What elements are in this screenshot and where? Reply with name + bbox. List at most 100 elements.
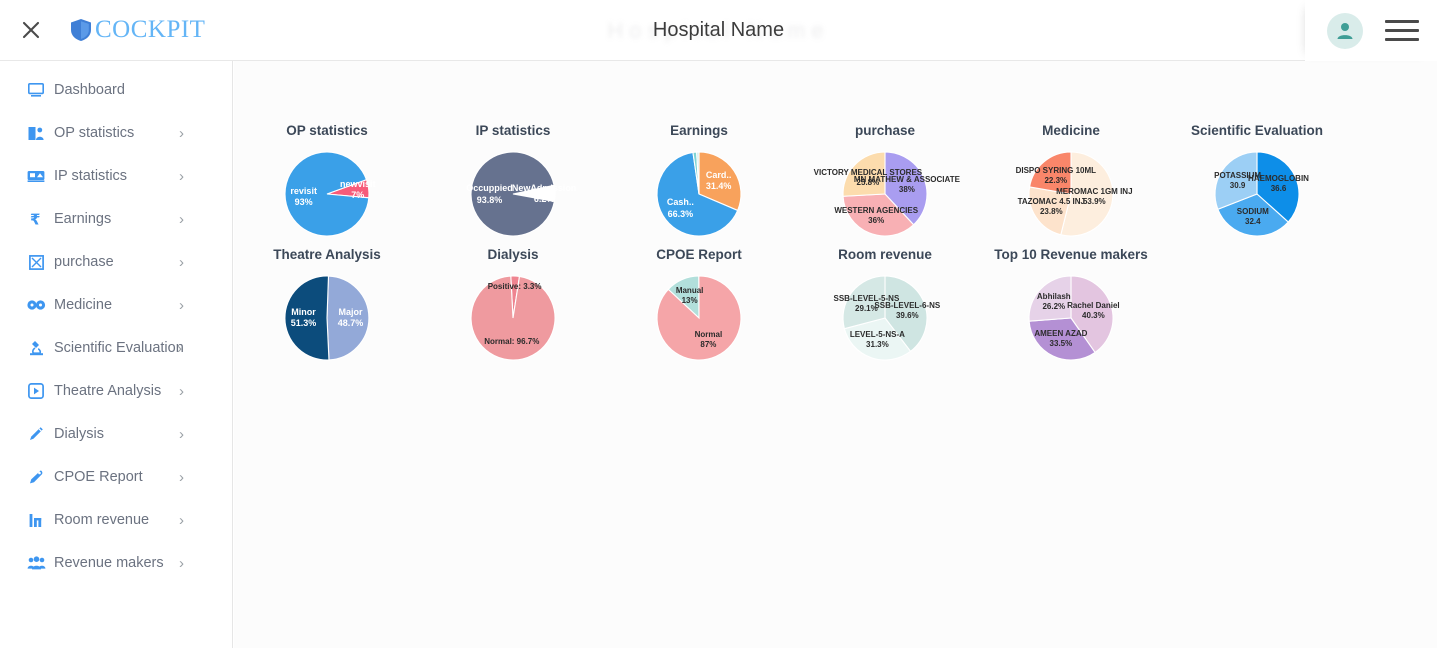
chart-row-1: OP statistics newvisit 7% revisit 93% IP stat… bbox=[234, 61, 1437, 240]
sidebar-item-dashboard[interactable]: Dashboard bbox=[0, 77, 232, 103]
hamburger-menu-button[interactable] bbox=[1385, 20, 1419, 41]
pie-slice[interactable] bbox=[1028, 151, 1072, 195]
sidebar-item-scientific-evaluation[interactable]: Scientific Evaluation › bbox=[0, 335, 232, 361]
sidebar-item-purchase[interactable]: purchase › bbox=[0, 249, 232, 275]
chart-title: Top 10 Revenue makers bbox=[994, 247, 1148, 262]
chart-title: OP statistics bbox=[286, 123, 368, 138]
topbar-right-actions bbox=[1305, 0, 1437, 61]
pen-icon bbox=[26, 468, 46, 486]
sidebar-item-label: Earnings bbox=[54, 211, 112, 227]
pie-svg bbox=[470, 275, 556, 361]
chart-card-medicine: Medicine MEROMAC 1GM INJ 53.9% TAZOMAC 4.5 … bbox=[978, 123, 1164, 240]
header-watermark: Hospital Name bbox=[607, 17, 830, 43]
chevron-right-icon: › bbox=[177, 339, 182, 357]
chart-card-op-statistics: OP statistics newvisit 7% revisit 93% bbox=[234, 123, 420, 240]
bar-chart-icon bbox=[26, 511, 46, 529]
pie-svg bbox=[284, 151, 370, 237]
sidebar-item-label: OP statistics bbox=[54, 125, 135, 141]
pie-slice[interactable] bbox=[326, 275, 370, 361]
chart-card-cpoe-report: CPOE Report Manual 13% Normal 87% bbox=[606, 247, 792, 364]
sidebar-item-earnings[interactable]: ₹ Earnings › bbox=[0, 206, 232, 232]
sidebar-item-label: CPOE Report bbox=[54, 469, 143, 485]
sidebar-item-label: Theatre Analysis bbox=[54, 383, 162, 399]
pie-chart: NewAdmission 6.2% Occuppied 93.8% bbox=[466, 148, 576, 240]
chart-card-scientific-evaluation: Scientific Evaluation HAEMOGLOBIN 36.6 SODI… bbox=[1164, 123, 1350, 240]
pie-chart: newvisit 7% revisit 93% bbox=[281, 148, 376, 240]
box-icon bbox=[26, 253, 46, 271]
chevron-right-icon: › bbox=[179, 554, 184, 572]
sidebar-item-label: Dashboard bbox=[54, 82, 125, 98]
chevron-right-icon: › bbox=[179, 210, 184, 228]
chart-title: Scientific Evaluation bbox=[1190, 123, 1324, 138]
pie-chart: Major 48.7% Minor 51.3% bbox=[281, 272, 373, 364]
chevron-right-icon: › bbox=[179, 253, 184, 271]
chevron-right-icon: › bbox=[179, 382, 184, 400]
theatre-icon bbox=[26, 382, 46, 400]
brand-logo[interactable]: COCKPIT bbox=[70, 16, 205, 44]
svg-text:₹: ₹ bbox=[30, 211, 40, 227]
chart-card-dialysis: Dialysis Positive: 3.3% Normal: 96.7% bbox=[420, 247, 606, 364]
pie-chart: Rachel Daniel 40.3% AMEEN AZAD 33.5% Abhilas… bbox=[1025, 272, 1120, 364]
chart-row-2: Theatre Analysis Major 48.7% Minor 51.3% Dial… bbox=[234, 240, 1437, 364]
bed-icon bbox=[26, 167, 46, 185]
sidebar-item-theatre-analysis[interactable]: Theatre Analysis › bbox=[0, 378, 232, 404]
chart-card-room-revenue: Room revenue SSB-LEVEL-6-NS 39.6% LEVEL-5-N… bbox=[792, 247, 978, 364]
pie-svg bbox=[284, 275, 370, 361]
pie-chart: MN MATHEW & ASSOCIATE 38% WESTERN AGENCIES… bbox=[814, 148, 960, 240]
sidebar-item-label: Revenue makers bbox=[54, 555, 164, 571]
pie-slice[interactable] bbox=[284, 275, 330, 361]
avatar[interactable] bbox=[1327, 12, 1363, 49]
chevron-right-icon: › bbox=[179, 296, 184, 314]
syringe-icon bbox=[26, 425, 46, 443]
pie-svg bbox=[1028, 275, 1114, 361]
chevron-right-icon: › bbox=[179, 167, 184, 185]
chart-title: purchase bbox=[854, 123, 916, 138]
chart-title: IP statistics bbox=[475, 123, 551, 138]
hamburger-line-1 bbox=[1385, 20, 1419, 23]
page-title: Hospital Name bbox=[652, 19, 785, 41]
pie-svg bbox=[842, 151, 928, 237]
pie-slice[interactable] bbox=[1028, 275, 1072, 322]
header-title-area: Hospital Name Hospital Name bbox=[0, 0, 1437, 61]
close-icon bbox=[22, 21, 40, 39]
pie-chart: MEROMAC 1GM INJ 53.9% TAZOMAC 4.5 INJ 23.8%… bbox=[1016, 148, 1133, 240]
pie-svg bbox=[1214, 151, 1300, 237]
sidebar-item-room-revenue[interactable]: Room revenue › bbox=[0, 507, 232, 533]
chart-title: Medicine bbox=[1042, 123, 1100, 138]
hamburger-line-3 bbox=[1385, 38, 1419, 41]
pie-svg bbox=[470, 151, 556, 237]
sidebar-item-label: Scientific Evaluation bbox=[54, 340, 184, 356]
chart-card-ip-statistics: IP statistics NewAdmission 6.2% Occuppied 93… bbox=[420, 123, 606, 240]
chevron-right-icon: › bbox=[179, 124, 184, 142]
chart-title: Earnings bbox=[670, 123, 728, 138]
pie-chart: HAEMOGLOBIN 36.6 SODIUM 32.4 POTASSIUM 30.9 bbox=[1211, 148, 1309, 240]
people-icon bbox=[26, 124, 46, 142]
hamburger-line-2 bbox=[1385, 29, 1419, 32]
user-avatar-icon bbox=[1337, 22, 1353, 39]
sidebar-item-label: Dialysis bbox=[54, 426, 104, 442]
pie-svg bbox=[1028, 151, 1114, 237]
chart-title: Dialysis bbox=[487, 247, 539, 262]
sidebar-item-revenue-makers[interactable]: Revenue makers › bbox=[0, 550, 232, 576]
chart-title: Theatre Analysis bbox=[273, 247, 381, 262]
sidebar-item-op-statistics[interactable]: OP statistics › bbox=[0, 120, 232, 146]
sidebar-item-cpoe-report[interactable]: CPOE Report › bbox=[0, 464, 232, 490]
chart-card-purchase: purchase MN MATHEW & ASSOCIATE 38% WESTERN … bbox=[792, 123, 978, 240]
sidebar-item-label: Room revenue bbox=[54, 512, 150, 528]
sidebar-item-medicine[interactable]: Medicine › bbox=[0, 292, 232, 318]
users-icon bbox=[26, 554, 46, 572]
pills-icon bbox=[26, 296, 46, 314]
main-content: OP statistics newvisit 7% revisit 93% IP stat… bbox=[234, 61, 1437, 648]
close-button[interactable] bbox=[0, 0, 62, 61]
chevron-right-icon: › bbox=[179, 425, 184, 443]
rupee-icon: ₹ bbox=[26, 210, 46, 228]
pie-chart: Positive: 3.3% Normal: 96.7% bbox=[467, 272, 559, 364]
pie-svg bbox=[842, 275, 928, 361]
monitor-icon bbox=[26, 81, 46, 99]
brand-text: COCKPIT bbox=[95, 16, 206, 43]
sidebar-item-ip-statistics[interactable]: IP statistics › bbox=[0, 163, 232, 189]
pie-slice[interactable] bbox=[842, 151, 886, 197]
pie-chart: Card.. 31.4% Cash.. 66.3% bbox=[653, 148, 745, 240]
sidebar-item-dialysis[interactable]: Dialysis › bbox=[0, 421, 232, 447]
chevron-right-icon: › bbox=[179, 511, 184, 529]
